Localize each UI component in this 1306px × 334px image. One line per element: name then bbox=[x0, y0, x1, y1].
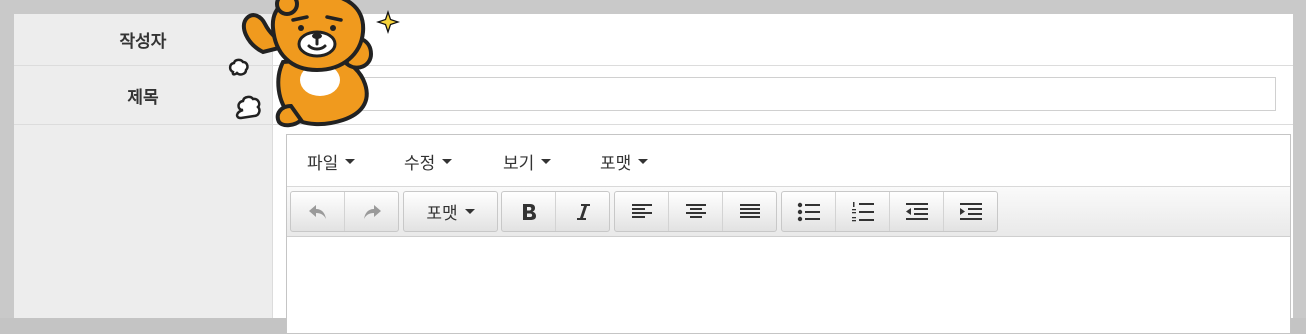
chevron-down-icon bbox=[345, 158, 356, 164]
bold-button[interactable] bbox=[502, 192, 556, 231]
format-group: 포맷 bbox=[403, 191, 498, 232]
align-center-icon bbox=[685, 203, 706, 218]
lion-mascot-sticker bbox=[228, 0, 400, 128]
history-group bbox=[290, 191, 399, 232]
menu-view[interactable]: 보기 bbox=[503, 148, 552, 174]
editor-menubar: 파일 수정 보기 포맷 bbox=[287, 135, 1290, 187]
chevron-down-icon bbox=[638, 158, 649, 164]
indent-icon bbox=[960, 202, 982, 220]
redo-button[interactable] bbox=[345, 192, 399, 231]
align-left-button[interactable] bbox=[615, 192, 669, 231]
content-label bbox=[14, 125, 273, 318]
menu-edit[interactable]: 수정 bbox=[404, 148, 453, 174]
format-dropdown[interactable]: 포맷 bbox=[404, 192, 497, 231]
editor-toolbar: 포맷 bbox=[287, 187, 1290, 237]
chevron-down-icon bbox=[541, 158, 552, 164]
menu-format[interactable]: 포맷 bbox=[600, 148, 649, 174]
list-group bbox=[781, 191, 998, 232]
bullet-list-icon bbox=[797, 202, 820, 221]
outdent-button[interactable] bbox=[890, 192, 944, 231]
author-row: 작성자 bbox=[14, 14, 1293, 66]
redo-icon bbox=[364, 204, 381, 219]
page-background-top bbox=[0, 0, 1306, 14]
alignment-group bbox=[614, 191, 777, 232]
text-style-group bbox=[501, 191, 610, 232]
italic-icon bbox=[577, 203, 590, 220]
title-input[interactable] bbox=[284, 77, 1276, 111]
format-dropdown-label: 포맷 bbox=[426, 204, 458, 224]
indent-button[interactable] bbox=[944, 192, 998, 231]
menu-file-label: 파일 bbox=[307, 153, 339, 174]
page-background-right bbox=[1293, 0, 1306, 334]
undo-icon bbox=[308, 204, 326, 219]
menu-format-label: 포맷 bbox=[600, 153, 632, 174]
italic-button[interactable] bbox=[556, 192, 610, 231]
numbered-list-button[interactable] bbox=[836, 192, 890, 231]
bullet-list-button[interactable] bbox=[782, 192, 836, 231]
chevron-down-icon bbox=[464, 209, 475, 214]
menu-file[interactable]: 파일 bbox=[307, 148, 356, 174]
align-justify-button[interactable] bbox=[723, 192, 777, 231]
chevron-down-icon bbox=[442, 158, 453, 164]
post-form: 작성자 제목 파일 수정 보기 포맷 포맷 bbox=[14, 14, 1293, 334]
undo-button[interactable] bbox=[291, 192, 345, 231]
outdent-icon bbox=[905, 202, 928, 220]
title-row: 제목 bbox=[14, 66, 1293, 125]
bold-icon bbox=[522, 203, 536, 220]
align-center-button[interactable] bbox=[669, 192, 723, 231]
page-background-left bbox=[0, 0, 14, 334]
menu-view-label: 보기 bbox=[503, 153, 535, 174]
align-justify-icon bbox=[740, 203, 760, 218]
align-left-icon bbox=[631, 203, 652, 218]
menu-edit-label: 수정 bbox=[404, 153, 436, 174]
numbered-list-icon bbox=[851, 201, 874, 221]
rich-text-editor: 파일 수정 보기 포맷 포맷 bbox=[286, 134, 1291, 334]
